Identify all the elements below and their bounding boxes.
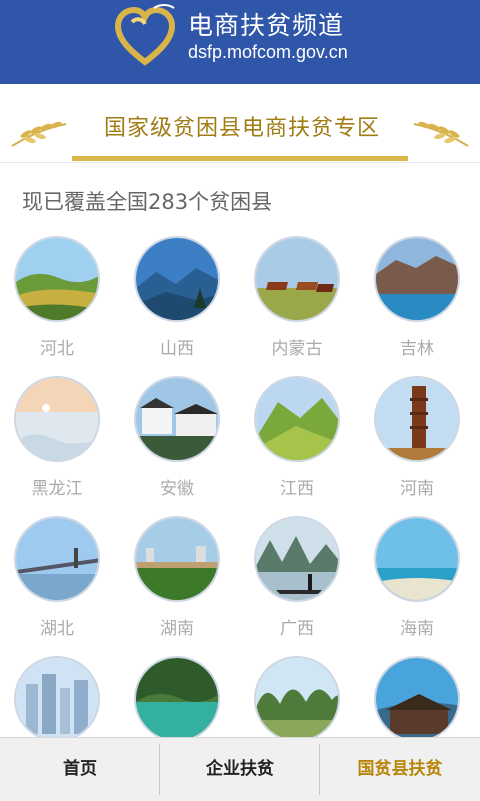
wooden-house-image bbox=[374, 656, 460, 742]
province-label: 湖北 bbox=[40, 619, 74, 639]
river-raft-image bbox=[254, 516, 340, 602]
sea-beach-image bbox=[374, 516, 460, 602]
wheat-right-icon bbox=[413, 121, 469, 147]
bridge-river-image bbox=[14, 516, 100, 602]
province-hainan[interactable]: 海南 bbox=[360, 516, 480, 656]
coverage-summary: 现已覆盖全国283个贫困县 bbox=[22, 190, 273, 214]
province-neimenggu[interactable]: 内蒙古 bbox=[240, 236, 360, 376]
province-guangxi[interactable]: 广西 bbox=[240, 516, 360, 656]
province-label: 河南 bbox=[400, 479, 434, 499]
province-label: 湖南 bbox=[160, 619, 194, 639]
province-label: 海南 bbox=[400, 619, 434, 639]
mountain-forest-image bbox=[134, 236, 220, 322]
snow-lake-image bbox=[14, 376, 100, 462]
village-houses-image bbox=[134, 376, 220, 462]
horses-grassland-image bbox=[254, 236, 340, 322]
wheat-left-icon bbox=[11, 121, 67, 147]
province-label: 广西 bbox=[280, 619, 314, 639]
province-label: 内蒙古 bbox=[271, 339, 323, 359]
pagoda-image bbox=[374, 376, 460, 462]
brand-title: 电商扶贫频道 bbox=[188, 11, 345, 40]
province-jilin[interactable]: 吉林 bbox=[360, 236, 480, 376]
grassland-hills-image bbox=[14, 236, 100, 322]
province-label: 吉林 bbox=[400, 339, 434, 359]
banner-underline bbox=[72, 156, 408, 161]
province-anhui[interactable]: 安徽 bbox=[120, 376, 240, 516]
city-skyline-image bbox=[14, 656, 100, 742]
province-hunan[interactable]: 湖南 bbox=[120, 516, 240, 656]
nav-enterprise-poverty-relief[interactable]: 企业扶贫 bbox=[160, 738, 320, 801]
app-header: 电商扶贫频道 dsfp.mofcom.gov.cn bbox=[0, 0, 480, 84]
bottom-navigation: 首页 企业扶贫 国贫县扶贫 bbox=[0, 737, 480, 801]
heart-logo-icon bbox=[114, 4, 176, 66]
green-mountains-image bbox=[254, 376, 340, 462]
province-henan[interactable]: 河南 bbox=[360, 376, 480, 516]
province-label: 江西 bbox=[280, 479, 314, 499]
province-jiangxi[interactable]: 江西 bbox=[240, 376, 360, 516]
lake-mountain-image bbox=[374, 236, 460, 322]
brand-url: dsfp.mofcom.gov.cn bbox=[188, 42, 348, 62]
nav-county-poverty-relief[interactable]: 国贫县扶贫 bbox=[320, 738, 480, 801]
province-label: 河北 bbox=[40, 339, 74, 359]
banner-title: 国家级贫困县电商扶贫专区 bbox=[103, 116, 380, 141]
karst-hills-image bbox=[254, 656, 340, 742]
nav-home[interactable]: 首页 bbox=[0, 738, 160, 801]
province-heilongjiang[interactable]: 黑龙江 bbox=[0, 376, 120, 516]
province-label: 黑龙江 bbox=[31, 479, 83, 499]
province-shanxi[interactable]: 山西 bbox=[120, 236, 240, 376]
province-label: 山西 bbox=[160, 339, 194, 359]
province-label: 安徽 bbox=[160, 479, 194, 499]
forest-lake-image bbox=[134, 656, 220, 742]
province-hebei[interactable]: 河北 bbox=[0, 236, 120, 376]
province-hubei[interactable]: 湖北 bbox=[0, 516, 120, 656]
city-river-image bbox=[134, 516, 220, 602]
